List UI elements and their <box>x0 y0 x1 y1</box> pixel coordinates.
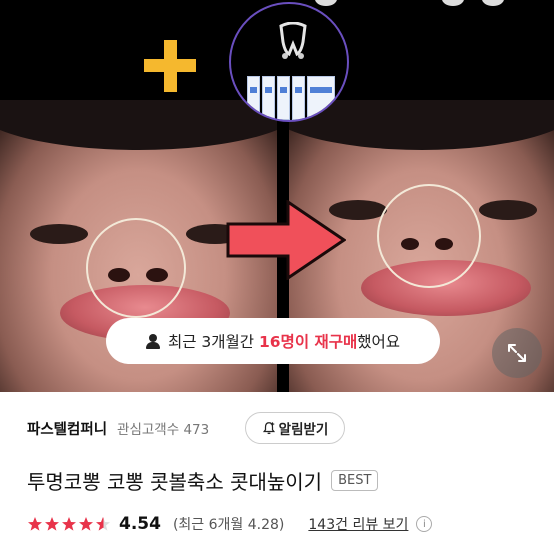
product-thumbnail-circle <box>229 2 349 122</box>
before-highlight-circle <box>86 218 186 318</box>
star-icon <box>28 517 42 531</box>
banner-highlight: 16명이 재구매 <box>258 333 358 351</box>
arrow-right-icon <box>226 200 346 280</box>
follow-notify-button[interactable]: 알림받기 <box>245 412 345 444</box>
follow-button-label: 알림받기 <box>278 422 329 438</box>
view-reviews-link[interactable]: 143건 리뷰 보기 <box>308 514 408 534</box>
patch-packs <box>247 76 335 120</box>
recent-rating: (최근 6개월 4.28) <box>172 517 285 533</box>
star-icon <box>62 517 76 531</box>
star-half-icon <box>96 517 110 531</box>
star-icon <box>79 517 93 531</box>
star-icon <box>45 517 59 531</box>
product-title-row: 투명코뽕 코뽕 콧볼축소 콧대높이기 BEST <box>27 464 379 496</box>
plus-icon <box>144 40 196 92</box>
product-image[interactable]: 최근 3개월간 16명이 재구매했어요 <box>0 0 554 392</box>
banner-prefix: 최근 3개월간 <box>167 333 255 351</box>
star-rating <box>27 516 111 532</box>
rating-score: 4.54 <box>119 514 161 534</box>
person-icon <box>145 333 160 349</box>
decoration-bead <box>442 0 464 6</box>
banner-suffix: 했어요 <box>357 333 401 351</box>
expand-image-button[interactable] <box>492 328 542 378</box>
follower-count: 관심고객수 473 <box>117 422 210 438</box>
after-highlight-circle <box>377 184 481 288</box>
decoration-bead <box>315 0 337 6</box>
repurchase-banner: 최근 3개월간 16명이 재구매했어요 <box>106 318 440 364</box>
product-title: 투명코뽕 코뽕 콧볼축소 콧대높이기 <box>27 469 323 494</box>
rating-row: 4.54 (최근 6개월 4.28) 143건 리뷰 보기 i <box>27 511 433 537</box>
seller-info: 파스텔컴퍼니 관심고객수 473 <box>27 412 209 444</box>
decoration-bead <box>482 0 504 6</box>
expand-icon <box>508 344 526 362</box>
nose-clip-icon <box>279 22 307 59</box>
bell-plus-icon <box>262 422 275 435</box>
info-icon[interactable]: i <box>416 516 433 532</box>
best-badge: BEST <box>331 469 379 491</box>
seller-name[interactable]: 파스텔컴퍼니 <box>27 418 107 439</box>
